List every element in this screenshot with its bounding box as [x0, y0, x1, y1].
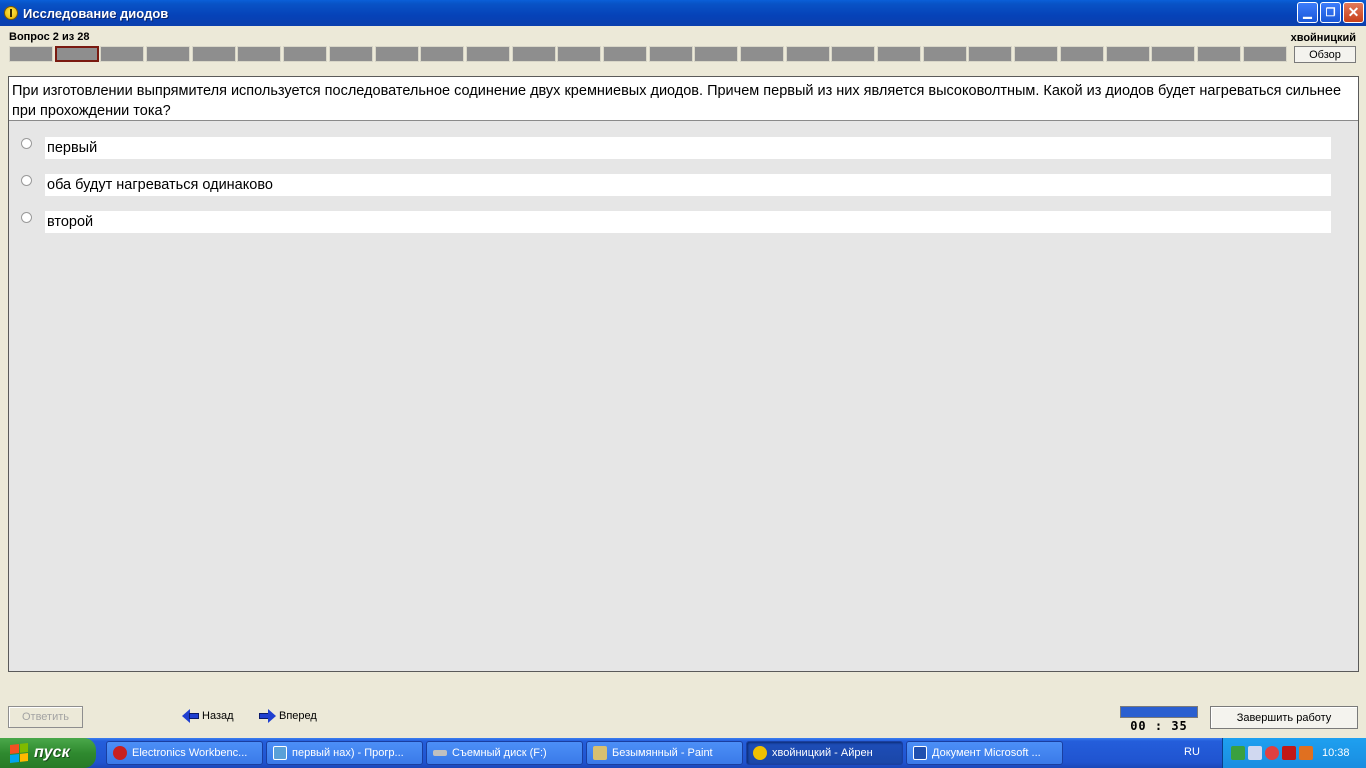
progress-cell[interactable]: [9, 46, 53, 62]
drive-icon: [433, 750, 447, 756]
progress-cell[interactable]: [1105, 46, 1150, 62]
taskbar-item[interactable]: Документ Microsoft ...: [906, 741, 1063, 765]
answer-label[interactable]: первый: [45, 137, 1331, 159]
progress-cell[interactable]: [877, 46, 922, 62]
progress-cell-current[interactable]: [54, 46, 99, 62]
progress-cell[interactable]: [1014, 46, 1059, 62]
clock: 10:38: [1322, 747, 1350, 759]
word-icon: [913, 746, 927, 760]
progress-cell[interactable]: [146, 46, 191, 62]
progress-cell[interactable]: [283, 46, 328, 62]
progress-cell[interactable]: [191, 46, 236, 62]
window-controls: ▁ ❐ ✕: [1297, 2, 1364, 23]
question-text: При изготовлении выпрямителя используетс…: [9, 77, 1358, 121]
taskbar-item-label: хвойницкий - Айрен: [772, 747, 873, 759]
progress-cell[interactable]: [237, 46, 282, 62]
workbench-icon: [113, 746, 127, 760]
timer-progress-fill: [1121, 707, 1197, 717]
progress-cell[interactable]: [100, 46, 145, 62]
back-label: Назад: [202, 710, 234, 722]
progress-cell[interactable]: [420, 46, 465, 62]
forward-label: Вперед: [279, 710, 317, 722]
progress-cell[interactable]: [785, 46, 830, 62]
taskbar-item-label: Съемный диск (F:): [452, 747, 547, 759]
finish-work-button[interactable]: Завершить работу: [1210, 706, 1358, 729]
title-bar[interactable]: Исследование диодов ▁ ❐ ✕: [0, 0, 1366, 26]
forward-button[interactable]: Вперед: [259, 709, 317, 723]
question-panel: При изготовлении выпрямителя используетс…: [8, 76, 1359, 672]
progress-cell[interactable]: [1059, 46, 1104, 62]
answer-radio[interactable]: [21, 175, 32, 186]
progress-cell[interactable]: [511, 46, 556, 62]
antivirus-icon[interactable]: [1282, 746, 1296, 760]
question-progress-strip: [9, 46, 1288, 62]
taskbar-item[interactable]: Electronics Workbenc...: [106, 741, 263, 765]
arrow-left-icon: [182, 709, 199, 723]
start-label: пуск: [34, 744, 70, 761]
answer-label[interactable]: оба будут нагреваться одинаково: [45, 174, 1331, 196]
answer-radio[interactable]: [21, 138, 32, 149]
submit-answer-button[interactable]: Ответить: [8, 706, 83, 728]
maximize-button[interactable]: ❐: [1320, 2, 1341, 23]
network-icon[interactable]: [1231, 746, 1245, 760]
app-coin-icon: [4, 6, 18, 20]
progress-cell[interactable]: [922, 46, 967, 62]
book-icon[interactable]: [1299, 746, 1313, 760]
timer-progress-bar: [1120, 706, 1198, 718]
app-coin-icon: [753, 746, 767, 760]
taskbar-item-label: Документ Microsoft ...: [932, 747, 1041, 759]
answer-option[interactable]: второй: [9, 211, 1358, 235]
close-button[interactable]: ✕: [1343, 2, 1364, 23]
progress-cell[interactable]: [465, 46, 510, 62]
progress-cell[interactable]: [374, 46, 419, 62]
taskbar: пуск Electronics Workbenc... первый нах)…: [0, 738, 1366, 768]
minimize-button[interactable]: ▁: [1297, 2, 1318, 23]
progress-cell[interactable]: [602, 46, 647, 62]
paint-icon: [593, 746, 607, 760]
answer-option[interactable]: первый: [9, 137, 1358, 161]
window-title: Исследование диодов: [23, 5, 169, 21]
arrow-right-icon: [259, 709, 276, 723]
question-counter: Вопрос 2 из 28: [9, 31, 90, 43]
language-indicator[interactable]: RU: [1184, 746, 1200, 758]
taskbar-item[interactable]: первый нах) - Прогр...: [266, 741, 423, 765]
progress-cell[interactable]: [1196, 46, 1241, 62]
windows-logo-icon: [10, 743, 28, 763]
progress-cell[interactable]: [968, 46, 1013, 62]
back-button[interactable]: Назад: [182, 709, 234, 723]
taskbar-item-label: Electronics Workbenc...: [132, 747, 248, 759]
progress-cell[interactable]: [831, 46, 876, 62]
timer-readout: 00 : 35: [1130, 719, 1188, 733]
user-name: хвойницкий: [1290, 32, 1356, 44]
progress-cell[interactable]: [648, 46, 693, 62]
answer-option[interactable]: оба будут нагреваться одинаково: [9, 174, 1358, 198]
progress-cell[interactable]: [694, 46, 739, 62]
answer-label[interactable]: второй: [45, 211, 1331, 233]
progress-cell[interactable]: [557, 46, 602, 62]
progress-cell[interactable]: [1242, 46, 1287, 62]
taskbar-item[interactable]: Безымянный - Paint: [586, 741, 743, 765]
image-viewer-icon: [273, 746, 287, 760]
progress-cell[interactable]: [328, 46, 373, 62]
progress-cell[interactable]: [740, 46, 784, 62]
start-button[interactable]: пуск: [0, 738, 96, 768]
display-icon[interactable]: [1248, 746, 1262, 760]
security-icon[interactable]: [1265, 746, 1279, 760]
answer-radio[interactable]: [21, 212, 32, 223]
taskbar-item-label: первый нах) - Прогр...: [292, 747, 404, 759]
overview-button[interactable]: Обзор: [1294, 46, 1356, 63]
taskbar-item-active[interactable]: хвойницкий - Айрен: [746, 741, 903, 765]
progress-cell[interactable]: [1151, 46, 1196, 62]
taskbar-item-label: Безымянный - Paint: [612, 747, 713, 759]
taskbar-item[interactable]: Съемный диск (F:): [426, 741, 583, 765]
system-tray: 10:38: [1222, 738, 1366, 768]
